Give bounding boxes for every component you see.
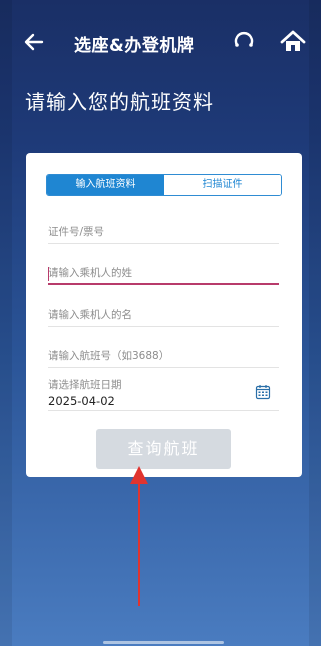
tab-switcher: 输入航班资料 扫描证件: [46, 174, 282, 196]
date-underline: [48, 410, 279, 411]
home-icon[interactable]: [279, 28, 307, 56]
date-label: 请选择航班日期: [48, 379, 122, 391]
id-number-input[interactable]: 证件号/票号: [48, 222, 279, 244]
home-indicator-bar[interactable]: [103, 641, 224, 644]
page-heading: 请输入您的航班资料: [25, 90, 214, 114]
calendar-icon[interactable]: [255, 384, 271, 400]
query-flight-button[interactable]: 查询航班: [96, 429, 231, 469]
tab-scan-id[interactable]: 扫描证件: [164, 175, 281, 195]
customer-service-icon[interactable]: [232, 30, 256, 54]
surname-placeholder: 请输入乘机人的姓: [48, 267, 132, 279]
right-edge: [309, 0, 321, 646]
tab-enter-flight-info[interactable]: 输入航班资料: [47, 175, 164, 195]
text-cursor: [48, 267, 49, 281]
given-name-input[interactable]: 请输入乘机人的名: [48, 305, 279, 327]
left-edge: [0, 0, 12, 646]
back-arrow-icon[interactable]: [22, 30, 46, 54]
red-pointer-arrow: [130, 466, 148, 606]
app-screen: 选座&办登机牌 请输入您的航班资料 输入航班资料 扫描证件 证件号/票号 请输入…: [0, 0, 321, 646]
page-title: 选座&办登机牌: [74, 36, 195, 56]
date-field[interactable]: 2025-04-02: [48, 394, 115, 408]
surname-input[interactable]: 请输入乘机人的姓: [48, 263, 279, 285]
flight-number-input[interactable]: 请输入航班号（如3688）: [48, 346, 279, 368]
top-bar: 选座&办登机牌: [0, 22, 321, 62]
flight-form-card: 输入航班资料 扫描证件 证件号/票号 请输入乘机人的姓 请输入乘机人的名 请输入…: [26, 153, 302, 477]
